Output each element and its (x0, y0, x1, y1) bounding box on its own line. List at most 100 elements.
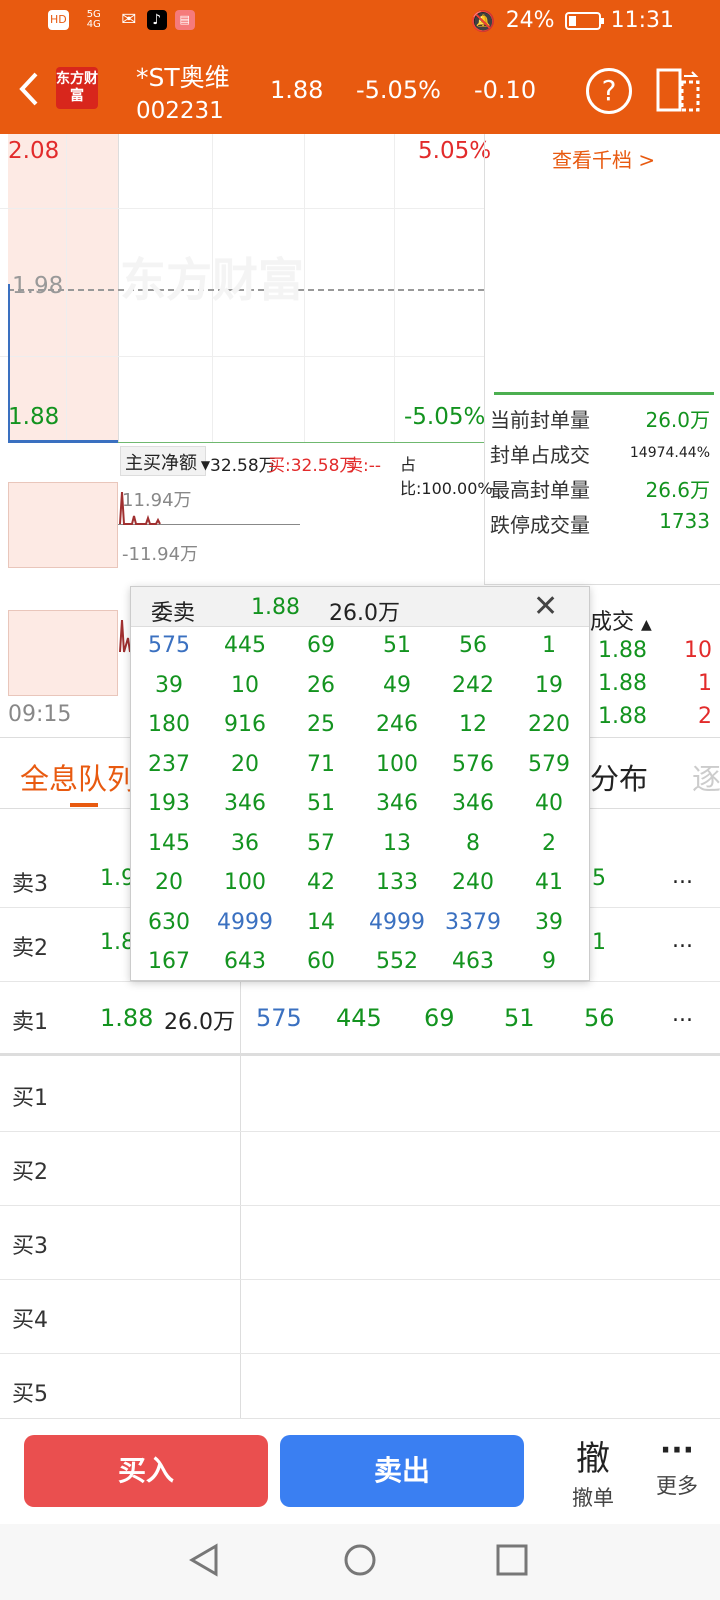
queue-cell: 346 (376, 791, 418, 816)
row-label: 买2 (12, 1160, 48, 1185)
nav-recents-icon[interactable] (494, 1542, 530, 1578)
queue-row-sell1[interactable]: 卖1 1.88 26.0万 575 445 69 51 56 ... (0, 982, 720, 1056)
queue-cell: 41 (535, 870, 563, 895)
queue-row-buy2[interactable]: 买2 (0, 1132, 720, 1206)
sell-queue-popup[interactable]: 委卖 1.88 26.0万 ✕ 575 445 69 51 56 1 39 10 26 49 242… (130, 586, 590, 981)
row-more[interactable]: ... (672, 864, 693, 889)
queue-cell: 3379 (445, 909, 501, 935)
stat-label: 封单占成交 (490, 443, 590, 467)
queue-cell: 10 (231, 672, 259, 698)
stat-value: 14974.44% (629, 445, 710, 461)
nav-back-icon[interactable] (186, 1542, 222, 1578)
more-button[interactable]: ··· 更多 (642, 1419, 712, 1519)
queue-cell: 1 (542, 633, 556, 658)
queue-cell: 242 (452, 672, 494, 698)
queue-row-buy5[interactable]: 买5 (0, 1354, 720, 1428)
popup-volume: 26.0万 (329, 601, 400, 626)
trade-row: 1.88 1 (590, 671, 716, 703)
status-bar: HD 5G 4G ✉ ♪ ▤ 🔕 24% 11:31 (0, 0, 720, 44)
buy-button[interactable]: 买入 (24, 1435, 268, 1507)
popup-header: 委卖 1.88 26.0万 ✕ (131, 587, 589, 627)
sub-auction-area (8, 482, 118, 568)
stat-value: 26.6万 (645, 478, 710, 502)
pct-low-label: -5.05% (404, 404, 486, 430)
row-label: 卖3 (12, 872, 48, 897)
trades-header-label: 成交 (590, 610, 635, 635)
queue-cell: 12 (459, 712, 487, 737)
help-icon[interactable]: ? (586, 68, 632, 114)
back-icon[interactable] (14, 68, 44, 110)
row-label: 卖2 (12, 936, 48, 961)
system-nav-bar (0, 1524, 720, 1600)
stat-row: 最高封单量 26.6万 (490, 474, 710, 508)
bottom-bar: 买入 卖出 撤 撤单 ··· 更多 (0, 1418, 720, 1524)
more-label: 更多 (656, 1474, 698, 1498)
queue-cell: 4999 (369, 909, 425, 935)
cancel-label: 撤单 (572, 1486, 614, 1510)
trade-row: 1.88 2 (590, 704, 716, 736)
trade-volume: 10 (684, 638, 712, 663)
queue-row-buy3[interactable]: 买3 (0, 1206, 720, 1280)
price-line-bottom (8, 440, 118, 443)
time-start-label: 09:15 (8, 702, 72, 727)
clock: 11:31 (610, 8, 674, 33)
row-more[interactable]: ... (672, 928, 693, 953)
row-label: 买3 (12, 1234, 48, 1259)
queue-cell: 49 (383, 672, 411, 698)
nav-home-icon[interactable] (342, 1542, 378, 1578)
queue-qty: 445 (336, 1004, 382, 1032)
top-bar: HD 5G 4G ✉ ♪ ▤ 🔕 24% 11:31 东方财富 *ST奥维 00… (0, 0, 720, 134)
price-low-label: 1.88 (8, 404, 60, 430)
queue-cell: 193 (148, 791, 190, 816)
tab-tick[interactable]: 逐 (692, 756, 720, 798)
orderbook: 卖71.95152卖61.932卖51.92448卖41.91175卖31.90… (486, 168, 716, 384)
trades-header[interactable]: 成交 ▲ (590, 604, 652, 636)
tab-distribution[interactable]: 分布 (590, 756, 648, 798)
queue-cell: 20 (231, 751, 259, 777)
queue-cell: 100 (376, 751, 418, 777)
queue-cell: 26 (307, 672, 335, 698)
battery-icon (564, 11, 604, 30)
queue-cell: 71 (307, 751, 335, 777)
stat-row: 封单占成交 14974.44% (490, 439, 710, 473)
queue-cell: 237 (148, 751, 190, 777)
volume-auction-area (8, 610, 118, 696)
pct-high-label: 5.05% (418, 138, 492, 164)
app-icon: ▤ (174, 10, 195, 30)
limit-down-line (118, 442, 484, 443)
queue-cell: 25 (307, 712, 335, 737)
close-icon[interactable]: ✕ (533, 589, 558, 624)
sell-button[interactable]: 卖出 (280, 1435, 524, 1507)
cancel-icon: 撤 (576, 1439, 610, 1479)
net-buy-chart[interactable]: 11.94万 -11.94万 (0, 482, 484, 568)
sell-value: 卖:-- (346, 456, 381, 476)
queue-cell: 133 (376, 870, 418, 895)
stat-value: 1733 (659, 509, 710, 533)
more-icon: ··· (659, 1433, 695, 1468)
queue-cell: 246 (376, 712, 418, 737)
indicator-select[interactable]: 主买净额 ▼ (120, 446, 210, 476)
stat-value: 26.0万 (645, 408, 710, 432)
trade-price: 1.88 (598, 638, 647, 663)
queue-row-buy1[interactable]: 买1 (0, 1058, 720, 1132)
queue-qty: 575 (256, 1004, 302, 1032)
mute-icon: 🔕 (470, 8, 496, 33)
layout-switch-icon[interactable] (654, 66, 702, 114)
stat-label: 跌停成交量 (490, 513, 590, 537)
tab-queue[interactable]: 全息队列 (20, 756, 140, 798)
queue-cell: 220 (528, 712, 570, 737)
queue-qty: 51 (504, 1004, 535, 1032)
price-chart[interactable]: 东方财富 2.08 5.05% 1.98 1.88 -5.05% (0, 134, 491, 443)
queue-cell: 630 (148, 909, 190, 935)
change-percent: -5.05% (356, 76, 441, 104)
queue-cell: 346 (452, 791, 494, 816)
cancel-order-button[interactable]: 撤 撤单 (558, 1419, 628, 1519)
change-amount: -0.10 (474, 76, 537, 104)
row-more[interactable]: ... (672, 1002, 693, 1027)
queue-cell: 240 (452, 870, 494, 895)
queue-cell: 13 (383, 830, 411, 856)
queue-row-buy4[interactable]: 买4 (0, 1280, 720, 1354)
current-price: 1.88 (270, 76, 324, 104)
queue-cell: 552 (376, 949, 418, 974)
queue-cell: 60 (307, 949, 335, 974)
